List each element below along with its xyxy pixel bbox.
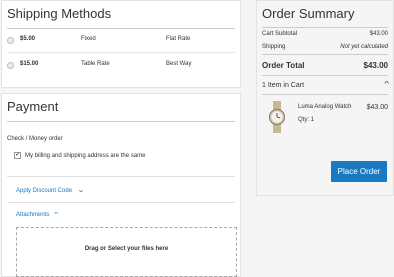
chevron-down-icon: ⌄ — [76, 187, 86, 194]
shipping-carrier: Best Way — [166, 61, 192, 67]
product-qty: Qty: 1 — [298, 117, 315, 123]
shipping-methods-title: Shipping Methods — [7, 6, 112, 21]
order-summary-panel: Order Summary Cart Subtotal $43.00 Shipp… — [256, 0, 394, 196]
divider — [7, 176, 235, 177]
shipping-option-table-rate[interactable]: $15.00 Table Rate Best Way — [7, 54, 235, 76]
watch-thumbnail — [268, 101, 286, 133]
shipping-method: Fixed — [81, 36, 96, 42]
divider — [262, 27, 388, 28]
items-in-cart-toggle[interactable]: 1 Item in Cart ^ — [262, 81, 389, 89]
shipping-value: Not yet calculated — [340, 44, 388, 50]
file-dropzone[interactable]: Drag or Select your files here — [16, 227, 237, 277]
shipping-price: $15.00 — [20, 61, 39, 67]
shipping-row: Shipping Not yet calculated — [262, 44, 388, 50]
divider — [7, 121, 235, 122]
divider — [262, 54, 388, 55]
order-total-label: Order Total — [262, 61, 305, 70]
shipping-label: Shipping — [262, 44, 286, 50]
same-address-label: My billing and shipping address are the … — [25, 153, 146, 160]
chevron-up-icon: ^ — [384, 81, 389, 88]
product-name: Luma Analog Watch — [298, 104, 352, 110]
place-order-button[interactable]: Place Order — [331, 161, 387, 182]
shipping-method: Table Rate — [81, 61, 110, 67]
attachments-toggle[interactable]: Attachments ^ — [16, 212, 59, 218]
shipping-option-flat-rate[interactable]: $5.00 Fixed Flat Rate — [7, 29, 235, 51]
chevron-up-icon: ^ — [54, 212, 59, 218]
apply-discount-label: Apply Discount Code — [16, 188, 73, 194]
divider — [7, 52, 235, 53]
shipping-price: $5.00 — [20, 36, 36, 42]
items-in-cart-label: 1 Item in Cart — [262, 82, 305, 89]
order-summary-title: Order Summary — [262, 6, 355, 21]
product-price: $43.00 — [366, 104, 388, 111]
subtotal-value: $43.00 — [369, 31, 388, 37]
payment-method-label: Check / Money order — [7, 136, 63, 142]
order-total-value: $43.00 — [363, 61, 388, 70]
shipping-carrier: Flat Rate — [166, 36, 191, 42]
dropzone-label: Drag or Select your files here — [84, 246, 169, 252]
shipping-methods-panel: Shipping Methods $5.00 Fixed Flat Rate $… — [1, 0, 241, 88]
radio-button[interactable] — [7, 62, 14, 69]
subtotal-row: Cart Subtotal $43.00 — [262, 31, 388, 37]
radio-button[interactable] — [7, 37, 14, 44]
same-address-checkbox[interactable]: ✔ — [14, 152, 21, 159]
divider — [262, 94, 388, 95]
divider — [262, 75, 388, 76]
subtotal-label: Cart Subtotal — [262, 31, 298, 37]
attachments-label: Attachments — [16, 212, 50, 218]
apply-discount-toggle[interactable]: Apply Discount Code ⌄ — [16, 186, 86, 194]
order-total-row: Order Total $43.00 — [262, 61, 388, 70]
same-address-row[interactable]: ✔ My billing and shipping address are the… — [14, 152, 145, 159]
payment-panel: Payment Check / Money order ✔ My billing … — [1, 93, 241, 277]
divider — [7, 202, 235, 203]
payment-title: Payment — [7, 99, 59, 114]
